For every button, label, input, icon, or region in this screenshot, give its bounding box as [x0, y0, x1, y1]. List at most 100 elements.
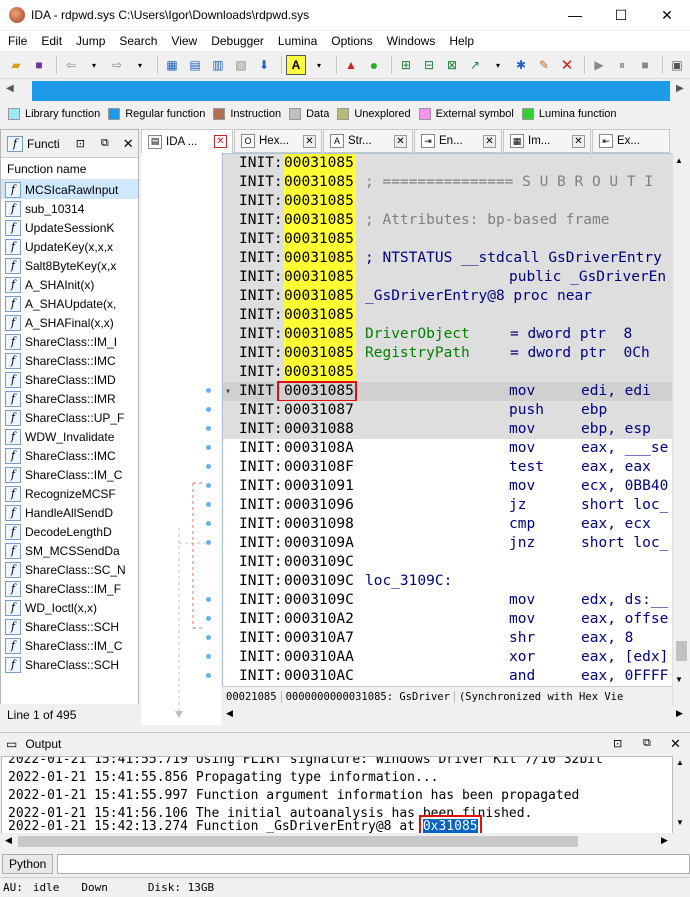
function-list-item[interactable]: f RecognizeMCSF — [1, 484, 138, 503]
disasm-line[interactable]: INIT: 00031085 ; Attributes: bp-based fram… — [223, 211, 673, 230]
menu-view[interactable]: View — [163, 34, 203, 48]
function-list-item[interactable]: f MCSIcaRawInput — [1, 180, 138, 199]
delete-icon[interactable]: ✕ — [557, 55, 577, 75]
disasm-line[interactable]: INIT: 00031085 — [223, 230, 673, 249]
close-panel-icon[interactable]: ✕ — [123, 136, 134, 152]
function-list-item[interactable]: f A_SHAInit(x) — [1, 275, 138, 294]
stop-debug-icon[interactable]: ■ — [635, 55, 655, 75]
scroll-up-icon[interactable]: ▲ — [676, 758, 684, 767]
disasm-line[interactable]: INIT: 00031085 — [223, 306, 673, 325]
pause-debug-icon[interactable]: ⏸ — [612, 55, 632, 75]
python-language-button[interactable]: Python — [2, 854, 54, 874]
function-list-item[interactable]: f ShareClass::IMC — [1, 351, 138, 370]
nav-right-arrow-icon[interactable]: ▶ — [676, 83, 684, 94]
function-list-item[interactable]: f ShareClass::IMR — [1, 389, 138, 408]
text-search-icon[interactable]: ▤ — [185, 55, 205, 75]
scroll-thumb[interactable] — [18, 836, 578, 847]
close-tab-icon[interactable]: ✕ — [303, 134, 316, 148]
disasm-line[interactable]: INIT: 0003109C — [223, 553, 673, 572]
disasm-line[interactable]: INIT: 000310AA xor eax, [edx] — [223, 648, 673, 667]
function-list-item[interactable]: f ShareClass::SCH — [1, 617, 138, 636]
warning-icon[interactable]: ▲ — [341, 55, 361, 75]
search-next-icon[interactable]: ▥ — [208, 55, 228, 75]
function-list-item[interactable]: f DecodeLengthD — [1, 522, 138, 541]
function-list-item[interactable]: f ShareClass::SC_N — [1, 560, 138, 579]
nav-left-arrow-icon[interactable]: ◀ — [6, 83, 14, 94]
menu-lumina[interactable]: Lumina — [270, 34, 323, 48]
close-panel-icon[interactable]: ✕ — [670, 736, 681, 752]
navigation-band-regular-functions[interactable] — [32, 81, 670, 101]
disasm-line[interactable]: INIT: 00031085 — [223, 192, 673, 211]
line-marker-dot[interactable] — [206, 597, 211, 602]
disasm-line[interactable]: INIT: 000310AC and eax, 0FFFF — [223, 667, 673, 686]
binary-search-icon[interactable]: ▦ — [162, 55, 182, 75]
disasm-line[interactable]: INIT: 00031085 public _GsDriverEn — [223, 268, 673, 287]
disasm-line[interactable]: INIT: 00031085 — [223, 363, 673, 382]
function-name-column-header[interactable]: Function name — [1, 158, 138, 180]
forward-arrow-icon[interactable]: ⇨ — [107, 55, 127, 75]
line-marker-dot[interactable] — [206, 635, 211, 640]
disasm-line[interactable]: INIT: 0003109C mov edx, ds:__ — [223, 591, 673, 610]
dropdown-icon[interactable]: ▾ — [309, 55, 329, 75]
line-marker-dot[interactable] — [206, 540, 211, 545]
search-icon[interactable]: ⊡ — [613, 737, 622, 750]
dropdown-icon[interactable]: ▾ — [84, 55, 104, 75]
disasm-line[interactable]: INIT: 00031096 jz short loc_ — [223, 496, 673, 515]
close-window-button[interactable]: ✕ — [644, 0, 690, 30]
search-icon[interactable]: ⊡ — [76, 137, 85, 150]
menu-edit[interactable]: Edit — [33, 34, 68, 48]
text-format-icon[interactable]: A — [286, 55, 306, 75]
navigation-band[interactable]: ◀ ▶ — [0, 80, 690, 102]
line-marker-dot[interactable] — [206, 464, 211, 469]
function-list-item[interactable]: f ShareClass::IMD — [1, 370, 138, 389]
output-vertical-scrollbar[interactable]: ▲ ▼ — [673, 756, 689, 850]
disasm-line[interactable]: INIT: 0003109A jnz short loc_ — [223, 534, 673, 553]
function-list-item[interactable]: f UpdateKey(x,x,x — [1, 237, 138, 256]
close-tab-icon[interactable]: ✕ — [483, 134, 496, 148]
line-marker-dot[interactable] — [206, 616, 211, 621]
menu-jump[interactable]: Jump — [68, 34, 111, 48]
debugger-options-icon[interactable]: ▣ — [667, 55, 687, 75]
scroll-up-icon[interactable]: ▲ — [675, 156, 683, 165]
minimize-button[interactable]: — — [552, 0, 598, 30]
disasm-line[interactable]: INIT: 0003108A mov eax, ___se — [223, 439, 673, 458]
disasm-line[interactable]: INIT: 00031085 ; NTSTATUS __stdcall GsDriv… — [223, 249, 673, 268]
maximize-button[interactable]: ☐ — [598, 0, 644, 30]
function-list-item[interactable]: f ShareClass::IM_F — [1, 579, 138, 598]
line-marker-dot[interactable] — [206, 388, 211, 393]
address-link[interactable]: 0x31085 — [418, 815, 482, 838]
tab-entry-points[interactable]: ⇥ En... ✕ — [414, 129, 502, 153]
float-panel-icon[interactable]: ⧉ — [643, 737, 651, 750]
open-folder-icon[interactable]: ▰ — [6, 55, 26, 75]
grep-icon[interactable]: ▧ — [231, 55, 251, 75]
function-list-item[interactable]: f ShareClass::IM_C — [1, 636, 138, 655]
line-marker-dot[interactable] — [206, 521, 211, 526]
disassembly-view[interactable]: INIT: 00031085 INIT: 00031085; ============… — [222, 153, 689, 713]
dropdown-icon[interactable]: ▾ — [488, 55, 508, 75]
function-list-item[interactable]: f ShareClass::IM_I — [1, 332, 138, 351]
disasm-line[interactable]: INIT: 0003109C loc_3109C: — [223, 572, 673, 591]
scroll-down-icon[interactable]: ▼ — [676, 818, 684, 827]
add-breakpoint-icon[interactable]: ✱ — [511, 55, 531, 75]
disassembly-vertical-scrollbar[interactable]: ▲ ▼ — [672, 153, 689, 713]
start-debug-icon[interactable]: ▶ — [589, 55, 609, 75]
menu-debugger[interactable]: Debugger — [203, 34, 270, 48]
function-list-item[interactable]: f ShareClass::SCH — [1, 655, 138, 674]
line-marker-dot[interactable] — [206, 426, 211, 431]
function-list-item[interactable]: f UpdateSessionK — [1, 218, 138, 237]
menu-file[interactable]: File — [0, 34, 33, 48]
disasm-line[interactable]: INIT: 00031087 push ebp — [223, 401, 673, 420]
function-list-item[interactable]: f Salt8ByteKey(x,x — [1, 256, 138, 275]
function-list-item[interactable]: f ShareClass::IMC — [1, 446, 138, 465]
disasm-line[interactable]: INIT: 00031085 — [223, 154, 673, 173]
scroll-right-icon[interactable]: ▶ — [661, 835, 668, 846]
line-marker-dot[interactable] — [206, 673, 211, 678]
scroll-thumb[interactable] — [676, 641, 687, 661]
line-marker-dot[interactable] — [206, 483, 211, 488]
disasm-line[interactable]: INIT: 00031098 cmp eax, ecx — [223, 515, 673, 534]
function-list-item[interactable]: f SM_MCSSendDa — [1, 541, 138, 560]
tab-ida-view[interactable]: ▤ IDA ... ✕ — [141, 129, 233, 153]
float-panel-icon[interactable]: ⧉ — [101, 137, 109, 150]
run-analysis-icon[interactable]: ● — [364, 55, 384, 75]
dropdown-icon[interactable]: ▾ — [130, 55, 150, 75]
